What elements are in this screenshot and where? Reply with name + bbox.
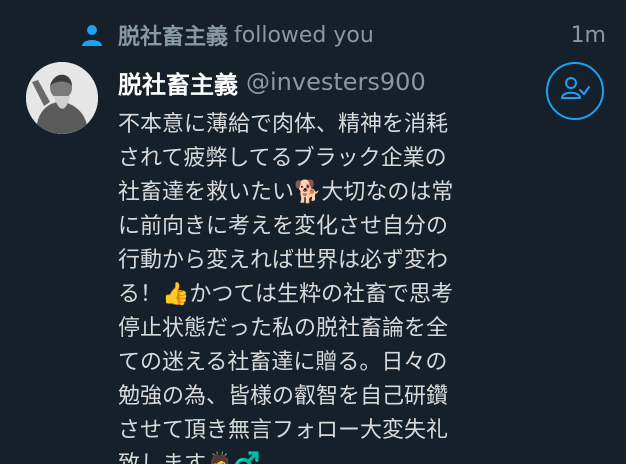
followed-you-text: followed you [234,22,374,48]
timestamp: 1m [570,22,606,48]
follow-back-button[interactable] [546,62,604,120]
handle[interactable]: @investers900 [246,68,426,96]
profile-bio: 不本意に薄給で肉体、精神を消耗 されて疲弊してるブラック企業の 社畜達を救いたい… [118,112,454,464]
follower-name[interactable]: 脱社畜主義 [118,19,228,51]
person-icon [80,23,104,47]
profile-name-row[interactable]: 脱社畜主義 @investers900 [118,62,426,102]
follow-notification[interactable]: 脱社畜主義 followed you 1m 脱社畜主義 @investers90… [0,0,626,464]
avatar[interactable] [26,62,98,134]
display-name[interactable]: 脱社畜主義 [118,65,238,100]
follow-notification-header: 脱社畜主義 followed you 1m [80,18,606,52]
follow-back-icon [560,74,590,108]
